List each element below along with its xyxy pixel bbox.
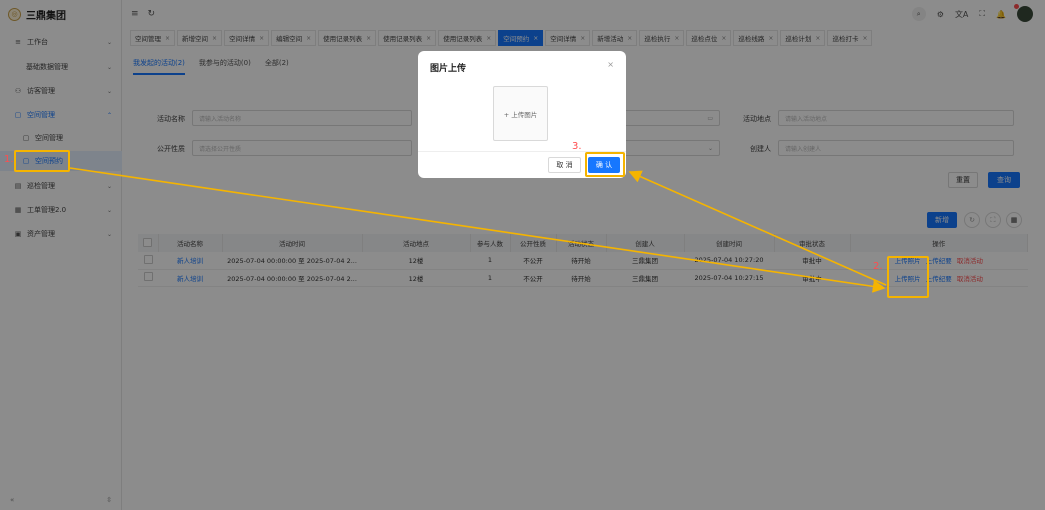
highlight-space-booking	[14, 150, 70, 172]
cancel-button[interactable]: 取 消	[548, 157, 581, 173]
step-1-label: 1.	[4, 154, 14, 165]
highlight-confirm	[585, 152, 625, 177]
upload-image-button[interactable]: + 上传图片	[493, 86, 548, 141]
highlight-upload-photo	[887, 256, 929, 298]
step-3-label: 3.	[572, 141, 582, 152]
close-icon[interactable]: ×	[607, 60, 614, 69]
dialog-title: 图片上传	[430, 64, 467, 74]
step-2-label: 2.	[873, 261, 883, 272]
